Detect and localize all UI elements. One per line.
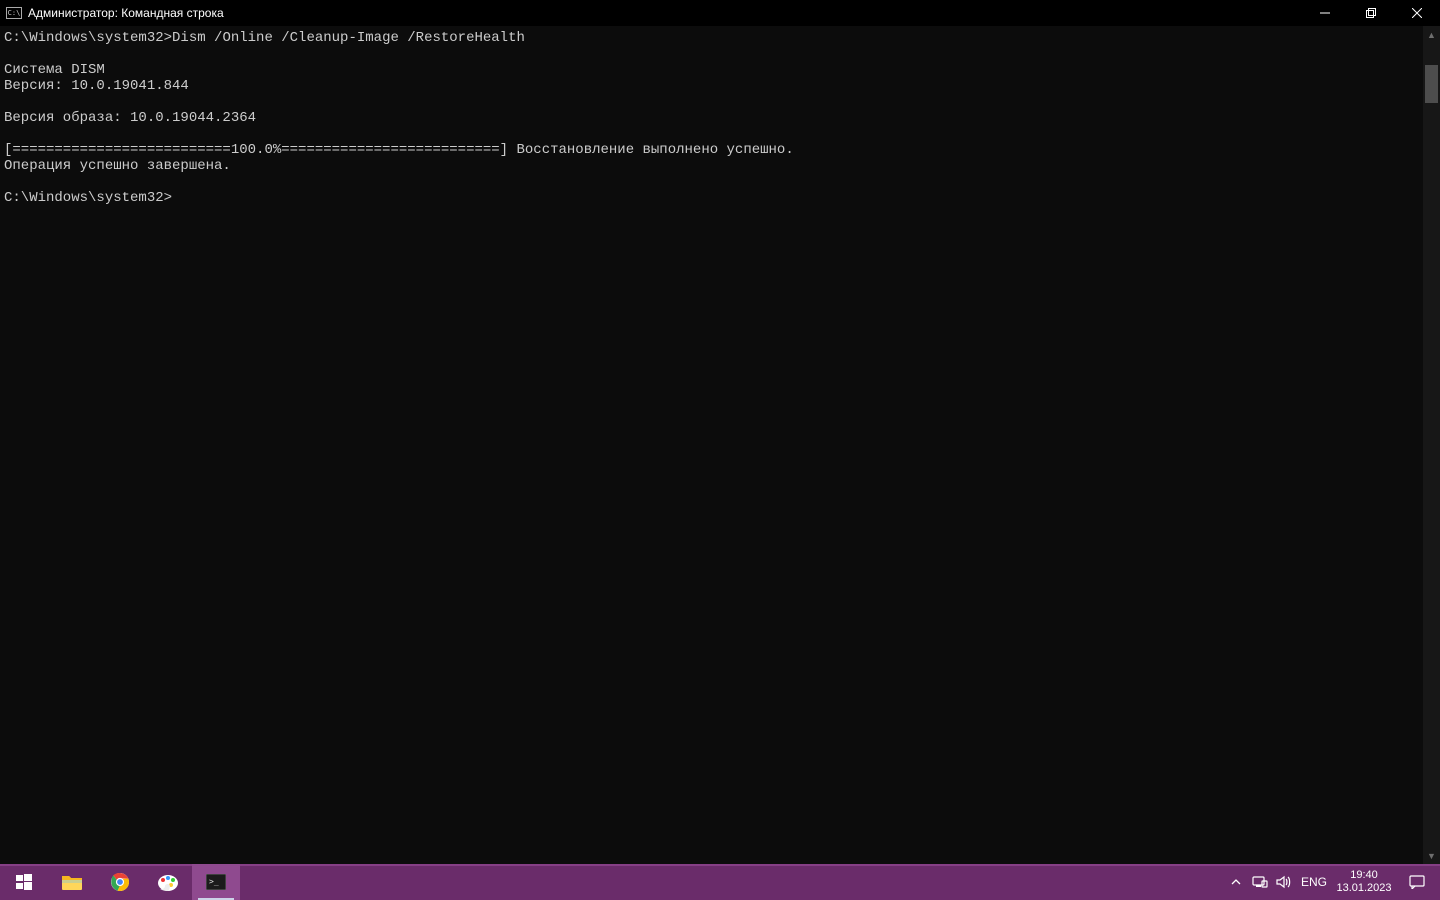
console-line: Версия образа: 10.0.19044.2364 xyxy=(4,110,1419,126)
tray-language[interactable]: ENG xyxy=(1296,875,1332,889)
prompt-path: C:\Windows\system32> xyxy=(4,30,172,46)
console-line xyxy=(4,94,1419,110)
scroll-track[interactable] xyxy=(1423,43,1440,847)
tray-clock[interactable]: 19:40 13.01.2023 xyxy=(1332,869,1396,895)
close-button[interactable] xyxy=(1394,0,1440,26)
taskbar-item-paintnet[interactable] xyxy=(144,864,192,900)
taskbar-item-cmd[interactable]: >_ xyxy=(192,864,240,900)
tray-date: 13.01.2023 xyxy=(1336,882,1391,895)
minimize-button[interactable] xyxy=(1302,0,1348,26)
console-line: C:\Windows\system32>Dism /Online /Cleanu… xyxy=(4,30,1419,46)
taskbar-item-file-explorer[interactable] xyxy=(48,864,96,900)
chrome-icon xyxy=(110,872,130,892)
tray-volume-icon[interactable] xyxy=(1272,864,1296,900)
console-line: Cистема DISM xyxy=(4,62,1419,78)
console-area: C:\Windows\system32>Dism /Online /Cleanu… xyxy=(0,26,1440,864)
console-line: Версия: 10.0.19041.844 xyxy=(4,78,1419,94)
console-line xyxy=(4,46,1419,62)
scroll-thumb[interactable] xyxy=(1425,65,1438,103)
tray-chevron-up-icon[interactable] xyxy=(1224,864,1248,900)
cmd-icon: C:\ xyxy=(6,7,22,19)
console-line xyxy=(4,126,1419,142)
start-button[interactable] xyxy=(0,864,48,900)
svg-text:>_: >_ xyxy=(209,877,219,886)
terminal-icon: >_ xyxy=(206,874,226,890)
system-tray: ENG 19:40 13.01.2023 xyxy=(1224,864,1440,900)
prompt-command: Dism /Online /Cleanup-Image /RestoreHeal… xyxy=(172,30,525,46)
cmd-window: C:\ Администратор: Командная строка C:\W… xyxy=(0,0,1440,864)
folder-icon xyxy=(61,873,83,891)
tray-time: 19:40 xyxy=(1350,869,1378,882)
tray-notifications-icon[interactable] xyxy=(1396,875,1438,889)
paintnet-icon xyxy=(157,872,179,892)
taskbar-item-chrome[interactable] xyxy=(96,864,144,900)
console-output[interactable]: C:\Windows\system32>Dism /Online /Cleanu… xyxy=(0,26,1423,864)
titlebar[interactable]: C:\ Администратор: Командная строка xyxy=(0,0,1440,26)
maximize-button[interactable] xyxy=(1348,0,1394,26)
console-line: [==========================100.0%=======… xyxy=(4,142,1419,158)
taskbar: >_ ENG 19:40 13.01.2023 xyxy=(0,864,1440,900)
console-line xyxy=(4,174,1419,190)
scroll-up-button[interactable]: ▲ xyxy=(1423,26,1440,43)
console-line: Операция успешно завершена. xyxy=(4,158,1419,174)
console-line: C:\Windows\system32> xyxy=(4,190,1419,206)
vertical-scrollbar[interactable]: ▲ ▼ xyxy=(1423,26,1440,864)
tray-network-icon[interactable] xyxy=(1248,864,1272,900)
prompt-path: C:\Windows\system32> xyxy=(4,190,172,206)
window-title: Администратор: Командная строка xyxy=(28,6,224,20)
scroll-down-button[interactable]: ▼ xyxy=(1423,847,1440,864)
